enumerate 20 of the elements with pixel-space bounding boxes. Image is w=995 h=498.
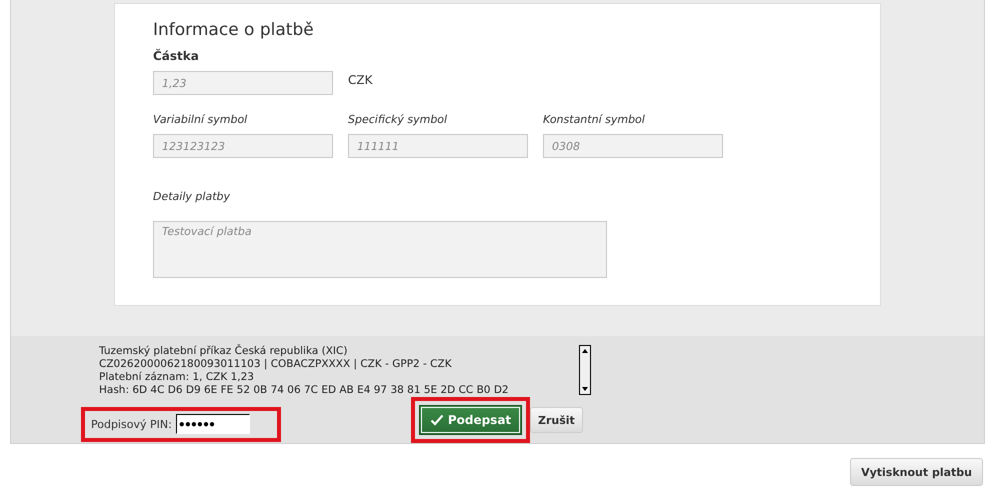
symbol-field[interactable]: 111111 [348,134,528,158]
scrollbar[interactable] [579,345,591,395]
symbol-field[interactable]: 123123123 [153,134,333,158]
print-button[interactable]: Vytisknout platbu [850,458,983,486]
symbol-field[interactable]: 0308 [543,134,723,158]
cancel-button[interactable]: Zrušit [530,407,583,433]
field-label: Variabilní symbol [153,113,248,126]
details-field[interactable]: Testovací platba [153,221,607,278]
pin-label: Podpisový PIN: [91,418,172,430]
field-label: Specifický symbol [348,113,448,126]
amount-label: Částka [153,49,200,63]
field-label: Konstantní symbol [543,113,646,126]
amount-field[interactable]: 1,23 [153,71,333,95]
field-label: Detaily platby [153,190,231,203]
currency-label: CZK [348,73,372,87]
payment-summary: Tuzemský platební příkaz Česká republika (XIC) CZ0262000062180093011103 | COBACZPXXXX | CZK - GPP2 - CZK Platební záznam: 1, CZK 1,23 Hash: 6D 4C D6 D9 6E FE 52 0B 74 06 7C ED AB E4 97 38 81 5E 2D CC B0 D2 [99,345,510,397]
section-title: Informace o platbě [153,20,315,40]
sign-button[interactable]: Podepsat [419,405,522,435]
pin-field[interactable]: ●●●●●● [176,414,250,434]
checkmark-icon [430,414,444,426]
